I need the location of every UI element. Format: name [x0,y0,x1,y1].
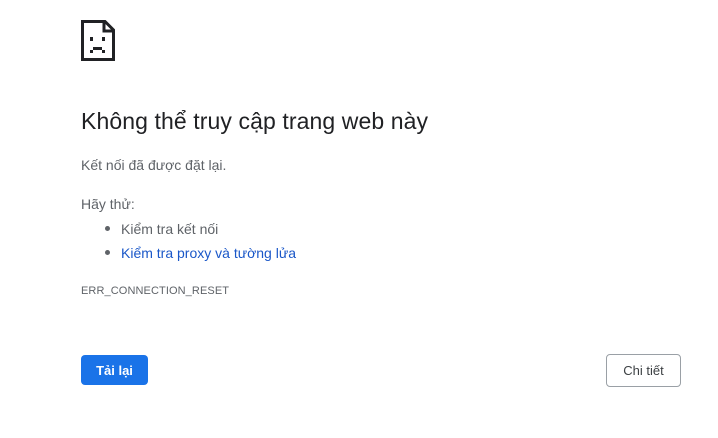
suggestion-label: Kiểm tra kết nối [121,221,219,237]
error-page: Không thể truy cập trang web này Kết nối… [0,0,718,438]
bullet-icon [105,226,110,231]
proxy-firewall-link[interactable]: Kiểm tra proxy và tường lửa [121,245,296,261]
bullet-icon [105,250,110,255]
suggestions-list: Kiểm tra kết nối Kiểm tra proxy và tường… [81,218,296,266]
error-message: Kết nối đã được đặt lại. [81,157,227,173]
page-title: Không thể truy cập trang web này [81,108,429,134]
suggestions-label: Hãy thử: [81,196,135,212]
suggestion-check-connection: Kiểm tra kết nối [81,218,296,242]
reload-button[interactable]: Tải lại [81,355,148,385]
error-code: ERR_CONNECTION_RESET [81,285,230,297]
suggestion-check-proxy-firewall: Kiểm tra proxy và tường lửa [81,242,296,266]
details-button[interactable]: Chi tiết [606,354,681,387]
sad-page-icon [81,20,115,61]
